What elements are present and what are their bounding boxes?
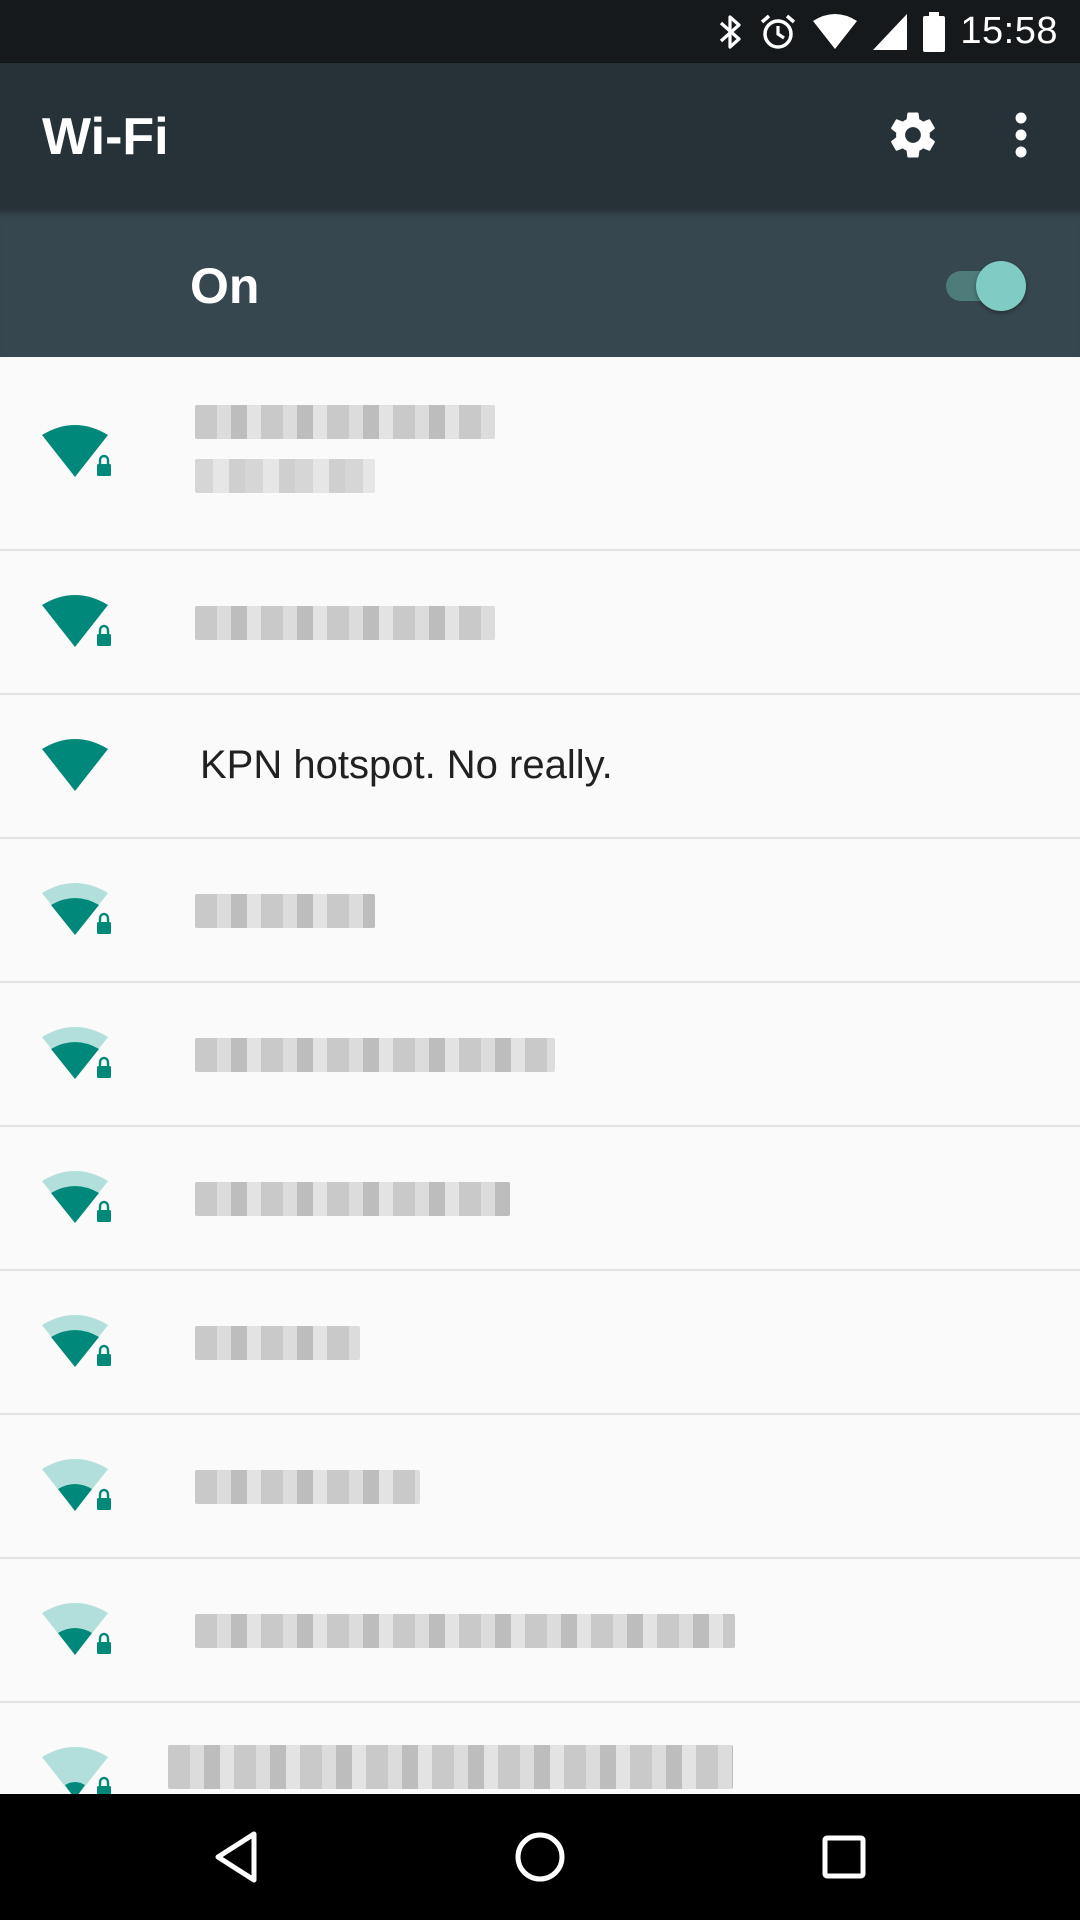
network-name-redacted <box>195 1470 420 1504</box>
wifi-lock-icon <box>42 595 111 647</box>
network-row[interactable] <box>0 1127 1080 1271</box>
wifi-signal-full-icon <box>42 739 108 791</box>
status-bar: 15:58 <box>0 0 1080 63</box>
gear-icon <box>891 112 935 158</box>
network-list: KPN hotspot. No really. <box>0 357 1080 1794</box>
network-name-redacted <box>195 1182 510 1216</box>
network-name-redacted <box>195 405 495 493</box>
network-row[interactable]: KPN hotspot. No really. <box>0 695 1080 839</box>
network-row[interactable] <box>0 1703 1080 1794</box>
network-name-redacted <box>195 1614 735 1648</box>
cell-signal-icon <box>872 13 908 51</box>
wifi-lock-icon <box>42 883 111 935</box>
bluetooth-icon <box>718 12 744 52</box>
wifi-signal-icon <box>812 13 858 51</box>
wifi-toggle[interactable] <box>944 258 1030 312</box>
battery-icon <box>922 11 946 52</box>
switch-label: On <box>190 258 260 314</box>
wifi-lock-icon <box>42 1315 111 1367</box>
wifi-lock-icon <box>42 1747 111 1794</box>
back-button[interactable] <box>166 1794 306 1920</box>
network-name-redacted <box>195 1038 555 1072</box>
network-row[interactable] <box>0 1415 1080 1559</box>
network-name-redacted <box>168 1745 733 1789</box>
page-title: Wi-Fi <box>42 108 169 166</box>
home-icon <box>515 1832 565 1882</box>
wifi-lock-icon <box>42 1171 111 1223</box>
alarm-icon <box>758 12 798 52</box>
recents-icon <box>822 1835 866 1879</box>
network-row[interactable] <box>0 983 1080 1127</box>
status-icons: 15:58 <box>718 0 1080 63</box>
wifi-lock-icon <box>42 1603 111 1655</box>
network-name-redacted <box>195 894 375 928</box>
network-row[interactable] <box>0 1559 1080 1703</box>
home-button[interactable] <box>470 1794 610 1920</box>
network-row[interactable] <box>0 839 1080 983</box>
wifi-lock-icon <box>42 425 111 477</box>
wifi-lock-icon <box>42 1459 111 1511</box>
wifi-lock-icon <box>42 1027 111 1079</box>
back-icon <box>215 1831 257 1883</box>
network-name: KPN hotspot. No really. <box>200 743 613 787</box>
recents-button[interactable] <box>774 1794 914 1920</box>
more-vert-icon <box>1015 112 1027 158</box>
network-name-redacted <box>195 1326 360 1360</box>
app-bar: Wi-Fi <box>0 63 1080 210</box>
navigation-bar <box>0 1794 1080 1920</box>
settings-button[interactable] <box>882 104 944 166</box>
status-time: 15:58 <box>960 10 1058 52</box>
more-options-button[interactable] <box>990 104 1052 166</box>
network-row[interactable] <box>0 1271 1080 1415</box>
network-name-redacted <box>195 606 495 640</box>
wifi-master-switch-bar[interactable]: On <box>0 210 1080 357</box>
network-row[interactable] <box>0 357 1080 551</box>
network-row[interactable] <box>0 551 1080 695</box>
toggle-thumb <box>976 261 1026 311</box>
